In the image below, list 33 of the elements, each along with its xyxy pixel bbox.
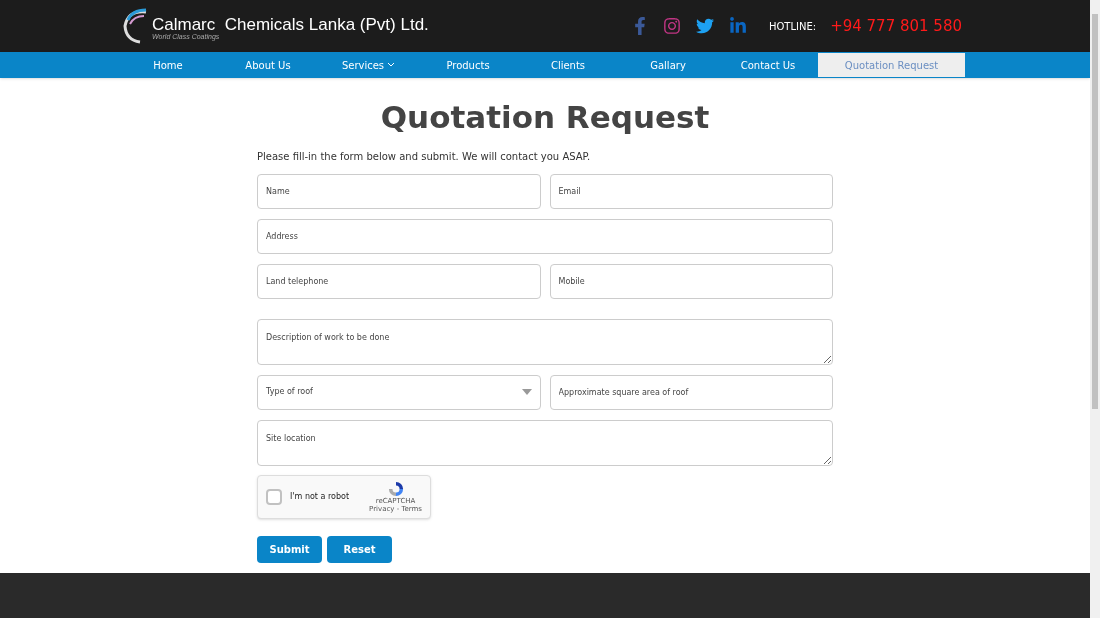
scrollbar-drawing[interactable] (1090, 0, 1100, 618)
nav-link[interactable]: Home (118, 53, 218, 77)
linkedin-icon[interactable] (728, 17, 747, 35)
nav-link[interactable]: About Us (218, 53, 318, 77)
logo-icon (122, 8, 148, 44)
form-button[interactable]: Reset (327, 535, 392, 563)
nav-link[interactable]: Contact Us (718, 53, 818, 77)
hotline-number[interactable]: +94 777 801 580 (830, 14, 962, 38)
hotline-label: HOTLINE: (768, 19, 817, 34)
text-area[interactable]: Site location (257, 419, 833, 466)
form-button[interactable]: Submit (257, 535, 322, 563)
captcha-checkbox[interactable] (266, 488, 282, 505)
input-field[interactable]: Mobile (549, 263, 833, 299)
nav-link[interactable]: Gallary (618, 53, 718, 77)
company-name: Calmarc Chemicals Lanka (Pvt) Ltd. (152, 16, 429, 33)
select-field[interactable]: Type of roof (257, 374, 541, 410)
instagram-icon[interactable] (662, 17, 681, 35)
input-field[interactable]: Land telephone (257, 263, 541, 299)
text-area[interactable]: Description of work to be done (257, 318, 833, 365)
input-field[interactable]: Name (257, 173, 541, 209)
captcha-label: I'm not a robot (290, 490, 350, 503)
nav-link[interactable]: Clients (518, 53, 618, 77)
intro-text: Please fill-in the form below and submit. We will contact you ASAP. (257, 149, 592, 164)
input-field[interactable]: Email (549, 173, 833, 209)
input-field[interactable]: Approximate square area of roof (549, 374, 833, 410)
input-field[interactable]: Address (257, 218, 833, 254)
nav-link[interactable]: Services (318, 53, 418, 77)
nav-link[interactable]: Quotation Request (818, 53, 965, 77)
twitter-icon[interactable] (694, 17, 715, 35)
nav-link[interactable]: Products (418, 53, 518, 77)
recaptcha-logo-icon (387, 480, 404, 497)
caret-icon (521, 389, 532, 395)
page-title: Quotation Request (380, 98, 710, 137)
